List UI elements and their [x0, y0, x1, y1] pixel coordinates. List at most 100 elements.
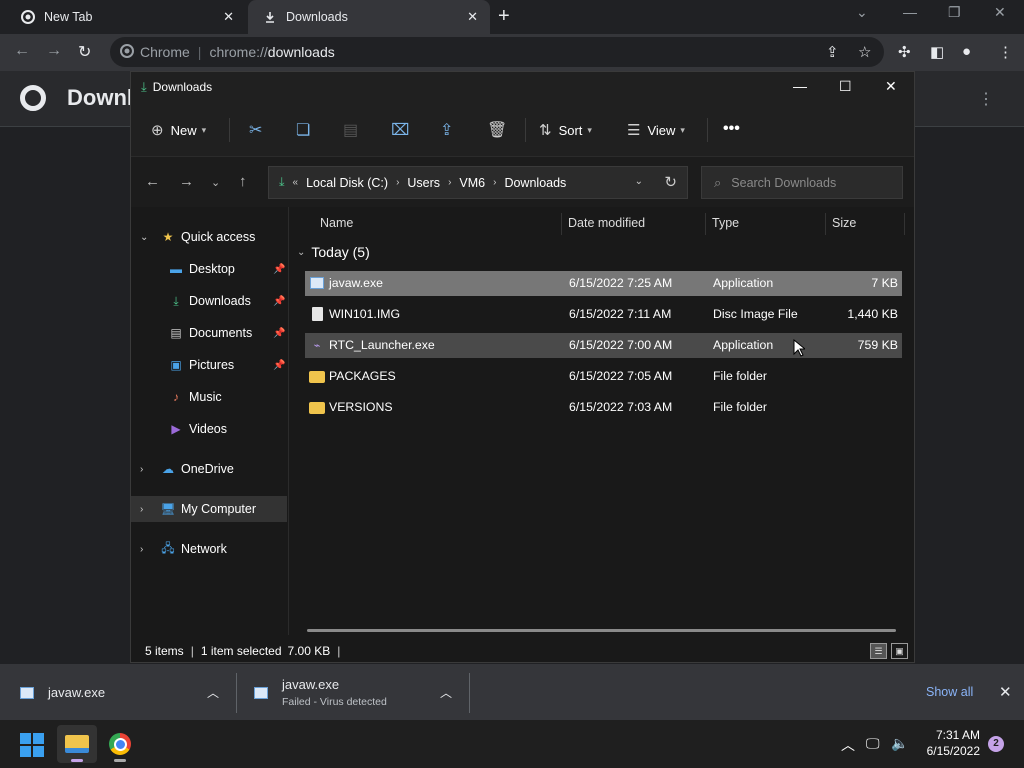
show-all-link[interactable]: Show all	[926, 685, 973, 699]
tab-new-tab[interactable]: New Tab ✕	[0, 0, 246, 34]
breadcrumb-downloads[interactable]: Downloads	[504, 176, 566, 190]
close-shelf-icon[interactable]: ✕	[999, 683, 1012, 701]
breadcrumb-local-disk[interactable]: Local Disk (C:)	[306, 176, 388, 190]
nav-my-computer[interactable]: › 🖥 My Computer	[131, 496, 287, 522]
address-bar[interactable]: ⤓ « Local Disk (C:) › Users › VM6 › Down…	[268, 166, 688, 199]
forward-arrow-icon[interactable]: →	[46, 42, 62, 60]
omnibox[interactable]: Chrome | chrome://downloads	[110, 37, 884, 67]
new-tab-plus-icon[interactable]: +	[498, 5, 510, 28]
taskbar-file-explorer[interactable]	[57, 725, 97, 763]
bookmark-star-icon[interactable]: ☆	[858, 43, 871, 61]
chevron-up-icon[interactable]: ︿	[841, 735, 855, 755]
nav-label: My Computer	[181, 502, 257, 516]
page-menu-kebab-icon[interactable]: ⋮	[978, 89, 994, 109]
system-clock[interactable]: 7:31 AM 6/15/2022	[918, 727, 980, 759]
download-item[interactable]: javaw.exe ︿	[20, 664, 236, 721]
horizontal-scrollbar[interactable]	[307, 629, 896, 632]
nav-quick-access[interactable]: ⌄ ★ Quick access	[131, 224, 287, 250]
chevron-down-icon[interactable]: ⌄	[297, 247, 305, 258]
chevron-right-icon[interactable]: ›	[493, 177, 496, 188]
rename-icon[interactable]: ⌧	[391, 120, 409, 140]
search-input[interactable]: ⌕ Search Downloads	[701, 166, 903, 199]
chevron-right-icon[interactable]: ›	[140, 504, 143, 515]
column-header-type[interactable]: Type	[712, 207, 739, 239]
more-options-icon[interactable]: •••	[723, 120, 740, 138]
minimize-icon[interactable]: —	[903, 4, 917, 20]
desktop-icon: ▬	[170, 262, 182, 276]
network-display-icon[interactable]: 🖵	[866, 735, 880, 752]
volume-icon[interactable]: 🔈	[891, 735, 908, 752]
back-arrow-icon[interactable]: ←	[145, 173, 160, 190]
back-arrow-icon[interactable]: ←	[14, 42, 30, 60]
file-row[interactable]: ⌁ RTC_Launcher.exe 6/15/2022 7:00 AM App…	[305, 333, 902, 358]
column-header-date[interactable]: Date modified	[568, 207, 645, 239]
refresh-icon[interactable]: ↻	[664, 173, 677, 191]
chevron-right-icon[interactable]: ›	[448, 177, 451, 188]
nav-item-videos[interactable]: ▶ Videos	[131, 416, 287, 442]
side-panel-icon[interactable]: ◧	[930, 43, 944, 61]
group-header-today[interactable]: ⌄ Today (5)	[297, 244, 370, 260]
column-header-name[interactable]: Name	[320, 207, 353, 239]
chevron-right-icon[interactable]: ›	[140, 544, 143, 555]
copy-icon[interactable]: ❏	[296, 120, 310, 140]
explorer-titlebar[interactable]: ⤓ Downloads — ☐ ✕	[131, 72, 914, 102]
nav-item-documents[interactable]: ▤ Documents 📌	[131, 320, 287, 346]
cut-icon[interactable]: ✂	[249, 120, 262, 140]
close-tab-icon[interactable]: ✕	[467, 9, 478, 25]
file-row[interactable]: PACKAGES 6/15/2022 7:05 AM File folder	[305, 364, 902, 389]
delete-trash-icon[interactable]: 🗑	[487, 120, 507, 140]
column-header-size[interactable]: Size	[832, 207, 856, 239]
close-window-icon[interactable]: ✕	[885, 78, 897, 95]
share-icon[interactable]: ⇪	[826, 43, 839, 61]
restore-icon[interactable]: ❐	[948, 4, 961, 21]
windows-start-icon[interactable]	[20, 733, 44, 757]
column-divider[interactable]	[705, 213, 706, 235]
file-row[interactable]: VERSIONS 6/15/2022 7:03 AM File folder	[305, 395, 902, 420]
share-icon[interactable]: ⇪	[440, 120, 453, 140]
sort-button[interactable]: ⇅ Sort ▾	[539, 121, 592, 139]
nav-item-downloads[interactable]: ⤓ Downloads 📌	[131, 288, 287, 314]
view-button[interactable]: ☰ View ▾	[627, 121, 685, 139]
recent-locations-chevron-icon[interactable]: ⌄	[211, 176, 220, 189]
column-divider[interactable]	[825, 213, 826, 235]
notification-badge[interactable]: 2	[988, 736, 1004, 752]
tab-downloads[interactable]: Downloads ✕	[248, 0, 490, 34]
taskbar-chrome[interactable]	[100, 725, 140, 763]
breadcrumb-users[interactable]: Users	[407, 176, 440, 190]
column-divider[interactable]	[904, 213, 905, 235]
tab-search-chevron-icon[interactable]: ⌄	[856, 4, 868, 21]
forward-arrow-icon[interactable]: →	[179, 173, 194, 190]
maximize-icon[interactable]: ☐	[839, 78, 852, 95]
windows-taskbar: ︿ 🖵 🔈 7:31 AM 6/15/2022 2	[0, 720, 1024, 768]
nav-item-desktop[interactable]: ▬ Desktop 📌	[131, 256, 287, 282]
file-row[interactable]: javaw.exe 6/15/2022 7:25 AM Application …	[305, 271, 902, 296]
nav-item-pictures[interactable]: ▣ Pictures 📌	[131, 352, 287, 378]
nav-item-music[interactable]: ♪ Music	[131, 384, 287, 410]
minimize-icon[interactable]: —	[793, 78, 807, 94]
overflow-chevron-icon[interactable]: «	[293, 177, 299, 188]
profile-avatar-icon[interactable]: ●	[962, 43, 971, 60]
chevron-right-icon[interactable]: ›	[396, 177, 399, 188]
chevron-down-icon[interactable]: ⌄	[140, 232, 148, 243]
chevron-right-icon[interactable]: ›	[140, 464, 143, 475]
new-button[interactable]: ⊕ New ▾	[151, 121, 206, 139]
column-divider[interactable]	[561, 213, 562, 235]
close-window-icon[interactable]: ✕	[994, 4, 1006, 21]
chevron-up-icon[interactable]: ︿	[207, 684, 219, 701]
nav-label: Documents	[189, 326, 253, 340]
close-tab-icon[interactable]: ✕	[223, 9, 234, 25]
nav-onedrive[interactable]: › ☁ OneDrive	[131, 456, 287, 482]
details-view-icon[interactable]: ☰	[870, 643, 887, 659]
extensions-puzzle-icon[interactable]: ✣	[898, 43, 911, 61]
chevron-up-icon[interactable]: ︿	[440, 684, 452, 701]
paste-icon[interactable]: ▤	[343, 120, 358, 140]
breadcrumb-vm6[interactable]: VM6	[459, 176, 485, 190]
address-dropdown-chevron-icon[interactable]: ⌄	[635, 176, 643, 187]
tiles-view-icon[interactable]: ▣	[891, 643, 908, 659]
file-row[interactable]: WIN101.IMG 6/15/2022 7:11 AM Disc Image …	[305, 302, 902, 327]
chrome-menu-kebab-icon[interactable]: ⋮	[998, 43, 1013, 61]
up-arrow-icon[interactable]: ↑	[239, 173, 247, 190]
download-item-failed[interactable]: javaw.exe Failed - Virus detected ︿	[254, 664, 468, 721]
nav-network[interactable]: › 🖧 Network	[131, 536, 287, 562]
reload-icon[interactable]: ↻	[78, 42, 91, 62]
